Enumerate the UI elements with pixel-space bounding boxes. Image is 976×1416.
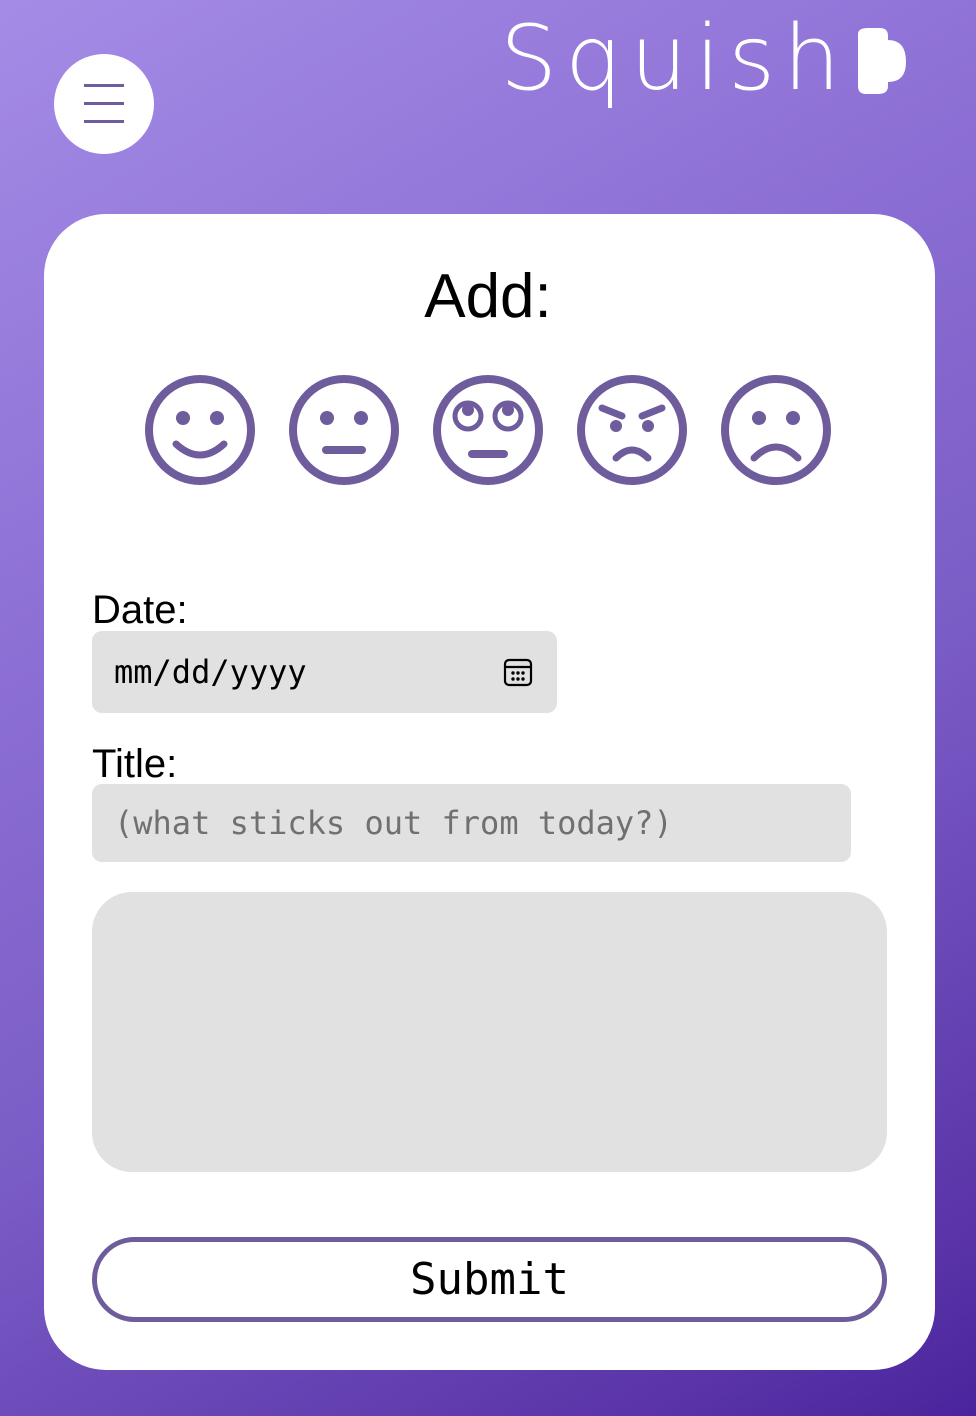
form-title: Add: — [424, 262, 552, 331]
eye-roll-face-icon — [433, 375, 543, 485]
mood-eyeroll-button[interactable] — [432, 374, 544, 486]
angry-face-icon — [577, 375, 687, 485]
submit-button[interactable]: Submit — [92, 1237, 887, 1322]
mood-sad-button[interactable] — [720, 374, 832, 486]
hamburger-menu-icon — [84, 84, 124, 123]
mood-angry-button[interactable] — [576, 374, 688, 486]
title-label: Title: — [92, 742, 178, 786]
app-logo: Squish — [500, 4, 907, 114]
date-label: Date: — [92, 588, 188, 632]
date-input-value: mm/dd/yyyy — [114, 653, 307, 691]
date-input[interactable]: mm/dd/yyyy — [92, 631, 557, 713]
notes-textarea[interactable] — [92, 892, 887, 1172]
neutral-face-icon — [289, 375, 399, 485]
sad-face-icon — [721, 375, 831, 485]
calendar-icon[interactable] — [503, 657, 533, 687]
title-input[interactable] — [92, 784, 851, 862]
menu-button[interactable] — [54, 54, 154, 154]
app-name: Squish — [500, 6, 849, 111]
mood-neutral-button[interactable] — [288, 374, 400, 486]
squish-logo-icon — [858, 28, 907, 94]
mood-happy-button[interactable] — [144, 374, 256, 486]
mood-selector — [144, 374, 832, 486]
smile-face-icon — [145, 375, 255, 485]
